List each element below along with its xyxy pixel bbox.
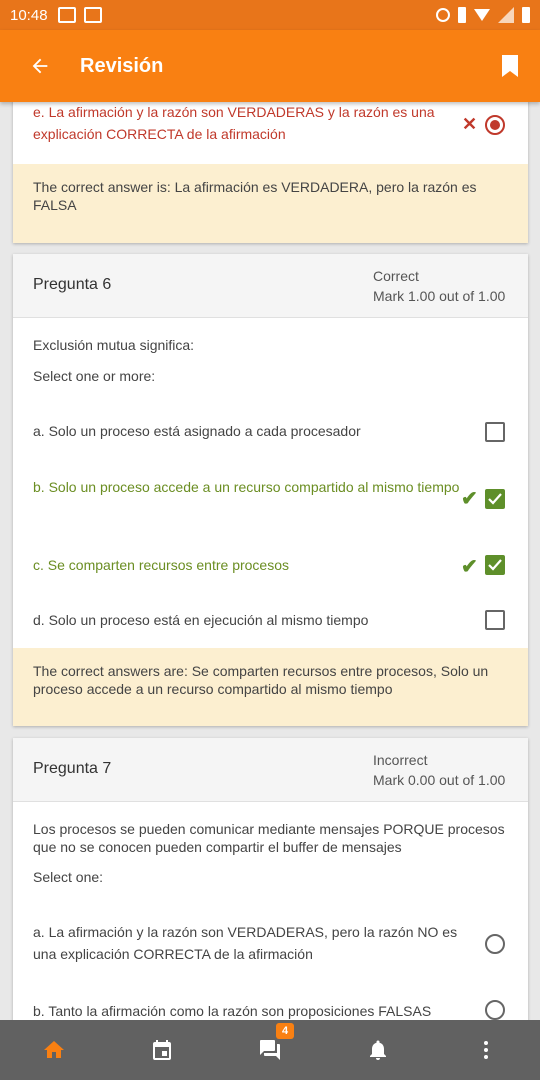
option-b-checkbox[interactable]: [485, 489, 505, 509]
bell-icon: [370, 1040, 386, 1060]
checkmark-icon: [488, 493, 502, 505]
question-instruction: Select one or more:: [33, 368, 156, 384]
app-bar: Revisión: [0, 30, 540, 102]
question-header: Pregunta 6 Correct Mark 1.00 out of 1.00: [13, 254, 528, 318]
arrow-back-icon: [32, 58, 48, 74]
bookmark-button[interactable]: [480, 30, 540, 102]
nav-home[interactable]: [0, 1020, 108, 1080]
question-instruction: Select one:: [33, 869, 104, 885]
twitch-notification-icon: [57, 7, 76, 23]
mark-text: Mark 0.00 out of 1.00: [373, 772, 506, 788]
option-a-radio[interactable]: [485, 934, 505, 954]
page-title: Revisión: [80, 54, 164, 77]
option-a[interactable]: a. La afirmación y la razón son VERDADER…: [33, 921, 473, 965]
option-e[interactable]: e. La afirmación y la razón son VERDADER…: [33, 102, 473, 145]
option-a[interactable]: a. Solo un proceso está asignado a cada …: [33, 420, 473, 442]
vibrate-icon: [458, 7, 466, 23]
question-status: Incorrect Mark 0.00 out of 1.00: [373, 750, 505, 790]
feedback-box: The correct answer is: La afirmación es …: [13, 164, 528, 243]
wifi-icon: [474, 9, 490, 21]
nav-calendar[interactable]: [108, 1020, 216, 1080]
option-a-checkbox[interactable]: [485, 422, 505, 442]
back-button[interactable]: [0, 30, 80, 102]
clock: 10:48: [10, 6, 48, 24]
question-status: Correct Mark 1.00 out of 1.00: [373, 266, 505, 306]
more-vert-icon: [484, 1041, 488, 1059]
signal-icon: [498, 7, 514, 23]
review-content[interactable]: e. La afirmación y la razón son VERDADER…: [0, 102, 540, 1020]
bottom-nav: 4: [0, 1020, 540, 1080]
mark-text: Mark 1.00 out of 1.00: [373, 288, 506, 304]
option-c[interactable]: c. Se comparten recursos entre procesos: [33, 554, 473, 576]
question-header: Pregunta 7 Incorrect Mark 0.00 out of 1.…: [13, 738, 528, 802]
question-text: Exclusión mutua significa:: [33, 337, 195, 353]
messages-badge: 4: [276, 1023, 295, 1039]
feedback-box: The correct answers are: Se comparten re…: [13, 648, 528, 726]
notification-icon: [83, 7, 102, 23]
option-e-radio[interactable]: [485, 115, 505, 135]
correct-check-icon: ✔: [461, 556, 478, 578]
battery-icon: [522, 7, 530, 23]
nav-messages[interactable]: 4: [216, 1020, 324, 1080]
incorrect-x-icon: ✕: [462, 114, 478, 134]
question-text: Los procesos se pueden comunicar mediant…: [33, 821, 505, 855]
alarm-icon: [436, 8, 450, 22]
option-b-radio[interactable]: [485, 1000, 505, 1020]
question-title: Pregunta 7: [33, 760, 112, 777]
status-bar: 10:48: [0, 0, 540, 30]
option-b[interactable]: b. Tanto la afirmación como la razón son…: [33, 1000, 473, 1020]
home-icon: [44, 1041, 64, 1058]
status-text: Incorrect: [373, 752, 428, 768]
option-c-checkbox[interactable]: [485, 555, 505, 575]
option-d-checkbox[interactable]: [485, 610, 505, 630]
question-card-6: Pregunta 6 Correct Mark 1.00 out of 1.00…: [13, 254, 528, 726]
correct-check-icon: ✔: [461, 488, 478, 510]
question-card-7: Pregunta 7 Incorrect Mark 0.00 out of 1.…: [13, 738, 528, 1020]
status-text: Correct: [373, 268, 419, 284]
nav-more[interactable]: [432, 1020, 540, 1080]
calendar-icon: [153, 1040, 171, 1060]
checkmark-icon: [488, 559, 502, 571]
question-title: Pregunta 6: [33, 276, 112, 293]
messages-icon: [260, 1040, 280, 1060]
option-d[interactable]: d. Solo un proceso está en ejecución al …: [33, 609, 473, 631]
option-b[interactable]: b. Solo un proceso accede a un recurso c…: [33, 476, 473, 498]
nav-notifications[interactable]: [324, 1020, 432, 1080]
bookmark-icon: [502, 55, 518, 77]
question-card-5: e. La afirmación y la razón son VERDADER…: [13, 102, 528, 243]
